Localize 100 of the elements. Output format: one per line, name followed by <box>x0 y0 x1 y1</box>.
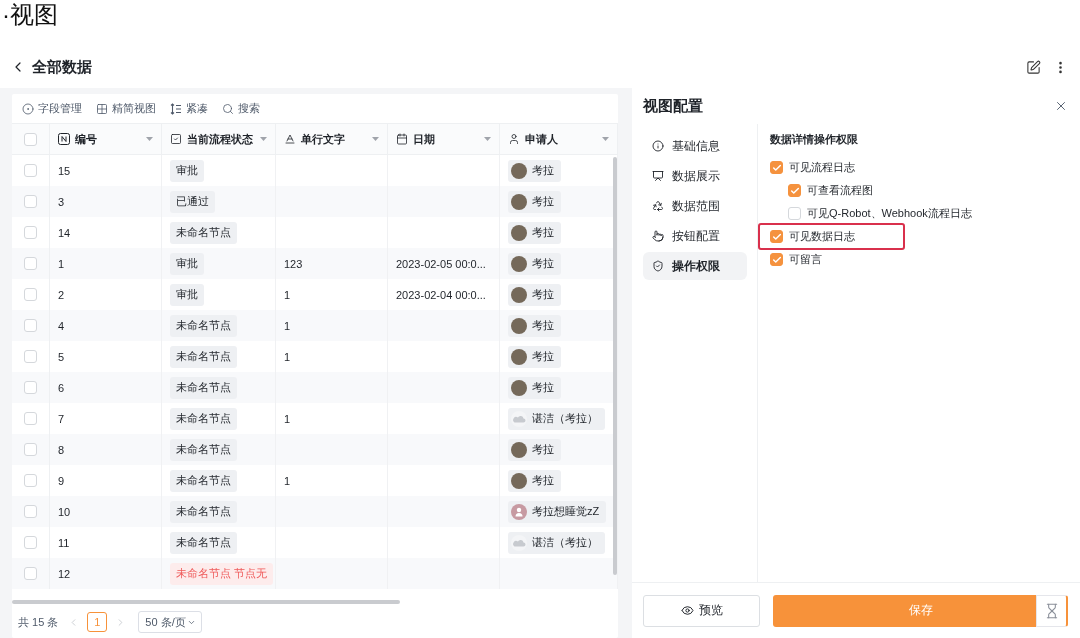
status-tag: 未命名节点 <box>170 531 237 554</box>
table-cell: 12 <box>50 558 162 589</box>
user-name: 考拉 <box>532 442 554 457</box>
toolbar-button[interactable]: 字段管理 <box>22 101 82 116</box>
avatar-icon <box>511 472 527 489</box>
preview-button[interactable]: 预览 <box>643 594 760 627</box>
status-tag: 未命名节点 <box>170 345 237 368</box>
row-checkbox[interactable] <box>24 195 37 208</box>
user-name: 考拉 <box>532 473 554 488</box>
edit-icon[interactable] <box>1026 59 1041 75</box>
line-spacing-icon <box>170 102 182 115</box>
avatar-icon <box>511 224 527 241</box>
toolbar-button[interactable]: 搜索 <box>222 101 260 116</box>
avatar-icon <box>511 162 527 179</box>
column-header[interactable]: 编号 <box>50 124 162 154</box>
status-tag: 未命名节点 <box>170 221 237 244</box>
horizontal-scrollbar[interactable] <box>12 600 400 604</box>
row-checkbox[interactable] <box>24 381 37 394</box>
row-checkbox[interactable] <box>24 288 37 301</box>
column-header[interactable]: 申请人 <box>500 124 618 154</box>
row-checkbox[interactable] <box>24 164 37 177</box>
caret-icon <box>260 137 267 141</box>
option-label: 可见Q-Robot、Webhook流程日志 <box>807 206 972 221</box>
nav-item[interactable]: 按钮配置 <box>643 222 747 250</box>
row-checkbox[interactable] <box>24 350 37 363</box>
avatar-icon <box>511 255 527 272</box>
caret-icon <box>372 137 379 141</box>
row-checkbox[interactable] <box>24 536 37 549</box>
user-name: 考拉 <box>532 349 554 364</box>
pointer-icon <box>652 230 664 242</box>
caret-icon <box>602 137 609 141</box>
caret-icon <box>484 137 491 141</box>
nav-item[interactable]: 数据展示 <box>643 162 747 190</box>
option-checkbox[interactable] <box>788 184 801 197</box>
avatar-icon <box>511 348 527 365</box>
nav-item[interactable]: 基础信息 <box>643 132 747 160</box>
column-header[interactable]: 日期 <box>388 124 500 154</box>
status-tag: 未命名节点 节点无 <box>170 562 274 585</box>
number-field-icon <box>58 133 70 145</box>
nav-item[interactable]: 数据范围 <box>643 192 747 220</box>
caret-icon <box>146 137 153 141</box>
info-icon <box>652 140 664 152</box>
status-tag: 审批 <box>170 283 204 306</box>
user-name: 考拉 <box>532 380 554 395</box>
option-checkbox[interactable] <box>770 230 783 243</box>
toolbar-button[interactable]: 精简视图 <box>96 101 156 116</box>
circle-dot-icon <box>22 102 34 115</box>
option-checkbox[interactable] <box>770 161 783 174</box>
grid-icon <box>96 102 108 115</box>
row-checkbox[interactable] <box>24 319 37 332</box>
row-checkbox[interactable] <box>24 412 37 425</box>
avatar-icon <box>511 286 527 303</box>
shield-icon <box>652 260 664 272</box>
toolbar-button[interactable]: 紧凑 <box>170 101 208 116</box>
option-label: 可留言 <box>789 252 822 267</box>
vertical-scrollbar[interactable] <box>613 157 617 575</box>
search-icon <box>222 102 234 115</box>
nav-item[interactable]: 操作权限 <box>643 252 747 280</box>
person-avatar-icon <box>511 503 527 520</box>
total-count: 共 15 条 <box>18 614 59 630</box>
status-tag: 未命名节点 <box>170 469 237 492</box>
status-tag: 未命名节点 <box>170 314 237 337</box>
option-checkbox[interactable] <box>770 253 783 266</box>
presentation-icon <box>652 170 664 182</box>
avatar-icon <box>511 441 527 458</box>
row-checkbox[interactable] <box>24 505 37 518</box>
cloud-avatar-icon <box>511 410 527 427</box>
user-name: 谌洁（考拉） <box>532 535 598 550</box>
recycle-icon <box>652 200 664 212</box>
option-label: 可见数据日志 <box>789 229 855 244</box>
page-size-select[interactable]: 50 条/页 <box>138 611 202 633</box>
status-tag: 审批 <box>170 159 204 182</box>
avatar-icon <box>511 317 527 334</box>
status-tag: 未命名节点 <box>170 407 237 430</box>
option-label: 可见流程日志 <box>789 160 855 175</box>
user-name: 考拉 <box>532 256 554 271</box>
option-label: 可查看流程图 <box>807 183 873 198</box>
user-name: 考拉想睡觉zZ <box>532 504 600 519</box>
hourglass-icon[interactable] <box>1036 594 1068 627</box>
row-checkbox[interactable] <box>24 226 37 239</box>
row-checkbox[interactable] <box>24 257 37 270</box>
check-square-icon <box>170 133 182 145</box>
page-title: ·视图 <box>1 0 58 30</box>
user-name: 谌洁（考拉） <box>532 411 598 426</box>
eye-icon <box>680 604 694 617</box>
avatar-icon <box>511 379 527 396</box>
row-checkbox[interactable] <box>24 474 37 487</box>
column-header[interactable]: 单行文字 <box>276 124 388 154</box>
column-header[interactable]: 当前流程状态 <box>162 124 276 154</box>
option-checkbox[interactable] <box>788 207 801 220</box>
user-name: 考拉 <box>532 225 554 240</box>
row-checkbox[interactable] <box>24 567 37 580</box>
user-name: 考拉 <box>532 194 554 209</box>
close-icon[interactable] <box>1054 99 1068 113</box>
text-baseline-icon <box>284 133 296 145</box>
page-heading: 全部数据 <box>32 57 92 77</box>
select-all-checkbox[interactable] <box>24 132 37 146</box>
calendar-icon <box>396 133 408 145</box>
user-icon <box>508 133 520 145</box>
row-checkbox[interactable] <box>24 443 37 456</box>
